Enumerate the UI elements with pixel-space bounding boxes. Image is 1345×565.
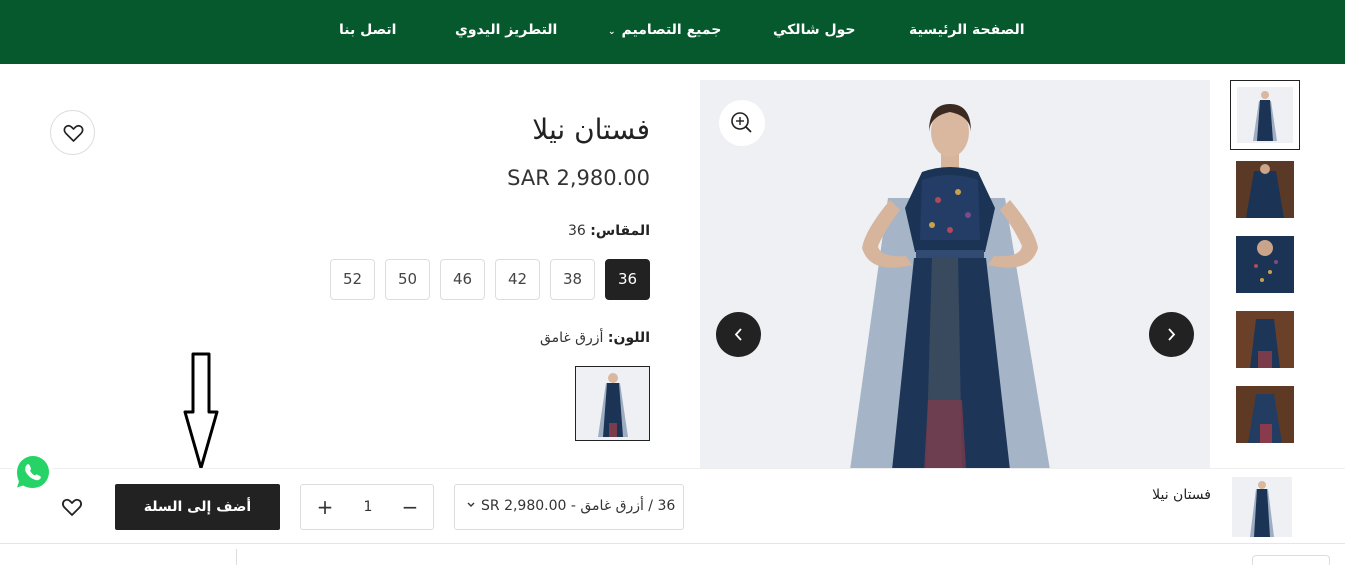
sticky-product-title: فستان نيلا: [1152, 487, 1211, 503]
size-46-button[interactable]: 46: [440, 259, 485, 300]
variant-select-value: 36 / أزرق غامق - SR 2,980.00: [481, 498, 676, 514]
quantity-decrease-button[interactable]: −: [397, 494, 423, 520]
size-36-button[interactable]: 36: [605, 259, 650, 300]
thumbnail-image: [1236, 311, 1294, 368]
size-38-button[interactable]: 38: [550, 259, 595, 300]
gallery-prev-button[interactable]: [716, 312, 761, 357]
product-main-image[interactable]: [700, 80, 1210, 470]
thumbnail-image: [1237, 87, 1293, 143]
sticky-wishlist-button[interactable]: [60, 495, 84, 519]
thumbnail-1[interactable]: [1230, 80, 1300, 150]
nav-home[interactable]: الصفحة الرئيسية: [909, 22, 1025, 38]
dress-photo: [700, 80, 1210, 470]
thumbnail-4[interactable]: [1236, 311, 1294, 368]
nav-all-designs[interactable]: جميع التصاميم ⌄: [608, 22, 721, 38]
size-label: المقاس:: [590, 223, 650, 239]
add-to-cart-button[interactable]: أضف إلى السلة: [115, 484, 280, 530]
zoom-button[interactable]: [719, 100, 765, 146]
whatsapp-button[interactable]: [12, 451, 54, 493]
chevron-right-icon: [1168, 328, 1176, 341]
heart-icon: [63, 124, 84, 142]
whatsapp-icon: [13, 452, 53, 492]
thumbnail-image: [1236, 236, 1294, 293]
swatch-image: [576, 367, 649, 440]
product-title: فستان نيلا: [532, 113, 650, 146]
sticky-add-to-cart-bar: فستان نيلا 36 / أزرق غامق - SR 2,980.00 …: [0, 468, 1345, 544]
size-50-button[interactable]: 50: [385, 259, 430, 300]
thumbnail-2[interactable]: [1236, 161, 1294, 218]
thumbnail-image: [1236, 161, 1294, 218]
quantity-increase-button[interactable]: +: [312, 494, 338, 520]
quantity-input[interactable]: 1: [351, 499, 385, 515]
chevron-down-icon: [467, 502, 475, 507]
nav-about[interactable]: حول شالكي: [773, 22, 855, 38]
chevron-down-icon: ⌄: [608, 27, 616, 37]
sticky-product-thumbnail: [1232, 477, 1292, 537]
color-selected-value: أزرق غامق: [539, 330, 604, 346]
nav-all-designs-label: جميع التصاميم: [621, 22, 722, 38]
thumbnail-5[interactable]: [1236, 386, 1294, 443]
annotation-arrow-down-icon: [183, 352, 219, 470]
product-price: SAR 2,980.00: [507, 166, 650, 190]
gallery-next-button[interactable]: [1149, 312, 1194, 357]
size-52-button[interactable]: 52: [330, 259, 375, 300]
thumbnail-image: [1236, 386, 1294, 443]
top-navigation: الصفحة الرئيسية حول شالكي جميع التصاميم ⌄…: [0, 0, 1345, 64]
sticky-thumbnail-image: [1232, 477, 1292, 537]
quantity-stepper: − 1 +: [300, 484, 434, 530]
color-swatch-dark-blue[interactable]: [575, 366, 650, 441]
heart-icon: [61, 498, 83, 516]
nav-hand-embroidery[interactable]: التطريز اليدوي: [455, 22, 557, 38]
size-option-label: المقاس: 36: [568, 223, 650, 239]
zoom-in-icon: [731, 112, 752, 133]
color-label: اللون:: [607, 330, 650, 346]
variant-select[interactable]: 36 / أزرق غامق - SR 2,980.00: [454, 484, 684, 530]
bottom-partial-element: [1252, 555, 1330, 565]
size-selected-value: 36: [568, 223, 586, 239]
thumbnail-3[interactable]: [1236, 236, 1294, 293]
color-option-label: اللون: أزرق غامق: [540, 330, 650, 346]
wishlist-button[interactable]: [50, 110, 95, 155]
size-42-button[interactable]: 42: [495, 259, 540, 300]
chevron-left-icon: [734, 328, 742, 341]
divider: [236, 549, 237, 565]
nav-contact[interactable]: اتصل بنا: [339, 22, 396, 38]
